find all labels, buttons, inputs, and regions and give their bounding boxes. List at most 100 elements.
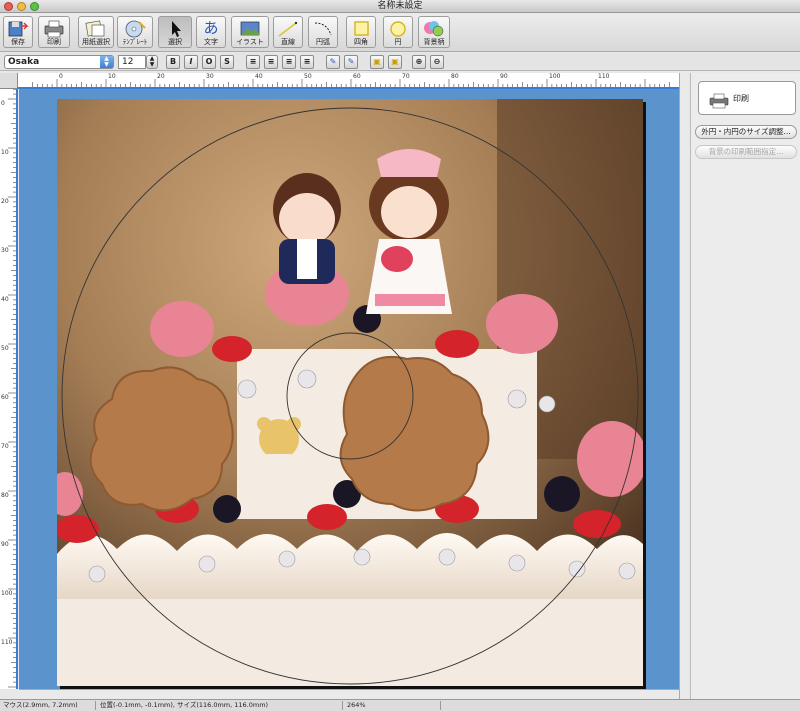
save-button[interactable]: 保存	[3, 16, 33, 48]
panel-print-button[interactable]: 印刷	[698, 81, 796, 115]
ruler-label: 40	[255, 73, 263, 80]
align-left-icon: ≡	[249, 57, 257, 66]
selection-position-readout: 位置(-0.1mm, -0.1mm), サイズ(116.0mm, 116.0mm…	[100, 701, 269, 709]
zoom-out-icon: ⊖	[433, 57, 441, 66]
circle-icon	[384, 19, 412, 38]
align-left-button[interactable]: ≡	[246, 55, 260, 69]
horizontal-ruler: 0 10 20 30 40 50 60 70 80 90 100 110	[18, 73, 688, 89]
background-pattern-icon	[419, 19, 449, 38]
italic-button[interactable]: I	[184, 55, 198, 69]
paper-select-icon	[79, 19, 113, 38]
line-tool-button[interactable]: 直線	[273, 16, 303, 48]
ruler-label: 30	[206, 73, 214, 80]
text-icon: あ	[203, 19, 219, 37]
main-toolbar: 保存 印刷 用紙選択 ﾃﾝﾌﾟﾚｰﾄ 選択 あ 文字 イラスト 直線 円弧 四角…	[0, 14, 800, 52]
ruler-label: 100	[1, 590, 13, 597]
zoom-level-readout: 264%	[347, 701, 366, 709]
window-controls	[4, 2, 39, 11]
bold-button[interactable]: B	[166, 55, 180, 69]
justify-button[interactable]: ≡	[300, 55, 314, 69]
format-bar: Osaka ▲ ▼ 12 ▲ ▼ B I O S ≡ ≡ ≡ ≡ ✎ ✎ ▣ ▣ ⊕…	[0, 53, 800, 71]
ruler-label: 80	[1, 492, 9, 499]
ruler-label: 0	[59, 73, 63, 80]
ruler-label: 100	[549, 73, 561, 80]
rectangle-icon	[347, 19, 375, 38]
font-select[interactable]: Osaka ▲ ▼	[4, 55, 114, 69]
zoom-out-button[interactable]: ⊖	[430, 55, 444, 69]
ruler-label: 10	[1, 149, 9, 156]
ruler-label: 50	[1, 345, 9, 352]
outline-button[interactable]: O	[202, 55, 216, 69]
arc-tool-button[interactable]: 円弧	[308, 16, 338, 48]
ruler-label: 60	[353, 73, 361, 80]
save-icon	[4, 19, 32, 38]
illustration-icon	[232, 19, 268, 38]
ruler-label: 110	[598, 73, 610, 80]
ruler-label: 50	[304, 73, 312, 80]
resize-circle-button[interactable]: 外円・内円のサイズ調整...	[695, 125, 797, 139]
paint-bucket-icon: ✎	[347, 57, 355, 66]
illustration-tool-button[interactable]: イラスト	[231, 16, 269, 48]
fill-color-button[interactable]: ✎	[344, 55, 358, 69]
ruler-label: 90	[500, 73, 508, 80]
bring-front-icon: ▣	[373, 57, 381, 66]
paper-select-button[interactable]: 用紙選択	[78, 16, 114, 48]
title-bar: 名称未設定	[0, 0, 800, 13]
ruler-label: 60	[1, 394, 9, 401]
vertical-ruler: 0 10 20 30 40 50 60 70 80 90 100 110	[0, 89, 18, 689]
arc-icon	[309, 19, 337, 38]
align-right-icon: ≡	[285, 57, 293, 66]
print-button[interactable]: 印刷	[38, 16, 70, 48]
side-panel: 印刷 外円・内円のサイズ調整... 背景の印刷範囲指定...	[690, 73, 800, 699]
printer-icon	[39, 19, 69, 38]
zoom-window-button[interactable]	[30, 2, 39, 11]
background-print-range-button[interactable]: 背景の印刷範囲指定...	[695, 145, 797, 159]
arrow-pointer-icon	[159, 19, 191, 38]
circle-tool-button[interactable]: 円	[383, 16, 413, 48]
send-back-button[interactable]: ▣	[388, 55, 402, 69]
ruler-label: 70	[402, 73, 410, 80]
align-center-button[interactable]: ≡	[264, 55, 278, 69]
shadow-button[interactable]: S	[220, 55, 234, 69]
send-back-icon: ▣	[391, 57, 399, 66]
vertical-ruler-ticks	[8, 89, 18, 689]
pen-icon: ✎	[329, 57, 337, 66]
vertical-scrollbar[interactable]	[679, 73, 689, 699]
horizontal-scrollbar[interactable]	[19, 689, 679, 699]
template-icon	[118, 19, 152, 38]
rectangle-tool-button[interactable]: 四角	[346, 16, 376, 48]
font-size-field[interactable]: 12	[118, 55, 146, 69]
ruler-label: 70	[1, 443, 9, 450]
align-right-button[interactable]: ≡	[282, 55, 296, 69]
mouse-position-readout: マウス(2.9mm, 7.2mm)	[3, 701, 78, 709]
justify-icon: ≡	[303, 57, 311, 66]
align-center-icon: ≡	[267, 57, 275, 66]
window-title: 名称未設定	[377, 1, 423, 11]
close-window-button[interactable]	[4, 2, 13, 11]
select-tool-button[interactable]: 選択	[158, 16, 192, 48]
template-button[interactable]: ﾃﾝﾌﾟﾚｰﾄ	[117, 16, 153, 48]
zoom-in-icon: ⊕	[415, 57, 423, 66]
bring-front-button[interactable]: ▣	[370, 55, 384, 69]
text-tool-button[interactable]: あ 文字	[196, 16, 226, 48]
minimize-window-button[interactable]	[17, 2, 26, 11]
ruler-label: 110	[1, 639, 13, 646]
ruler-label: 80	[451, 73, 459, 80]
font-size-stepper[interactable]: ▲ ▼	[146, 55, 158, 69]
ruler-label: 30	[1, 247, 9, 254]
line-icon	[274, 19, 302, 38]
document-canvas[interactable]	[19, 89, 679, 689]
ruler-label: 0	[1, 100, 5, 107]
font-dropdown-arrow-icon: ▲ ▼	[100, 56, 113, 68]
pen-color-button[interactable]: ✎	[326, 55, 340, 69]
ruler-label: 20	[157, 73, 165, 80]
ruler-corner	[0, 73, 18, 89]
background-pattern-button[interactable]: 背景柄	[418, 16, 450, 48]
ruler-label: 90	[1, 541, 9, 548]
printer-icon	[709, 90, 729, 109]
label-photo[interactable]	[57, 99, 643, 686]
ruler-label: 40	[1, 296, 9, 303]
zoom-in-button[interactable]: ⊕	[412, 55, 426, 69]
ruler-label: 10	[108, 73, 116, 80]
ruler-label: 20	[1, 198, 9, 205]
